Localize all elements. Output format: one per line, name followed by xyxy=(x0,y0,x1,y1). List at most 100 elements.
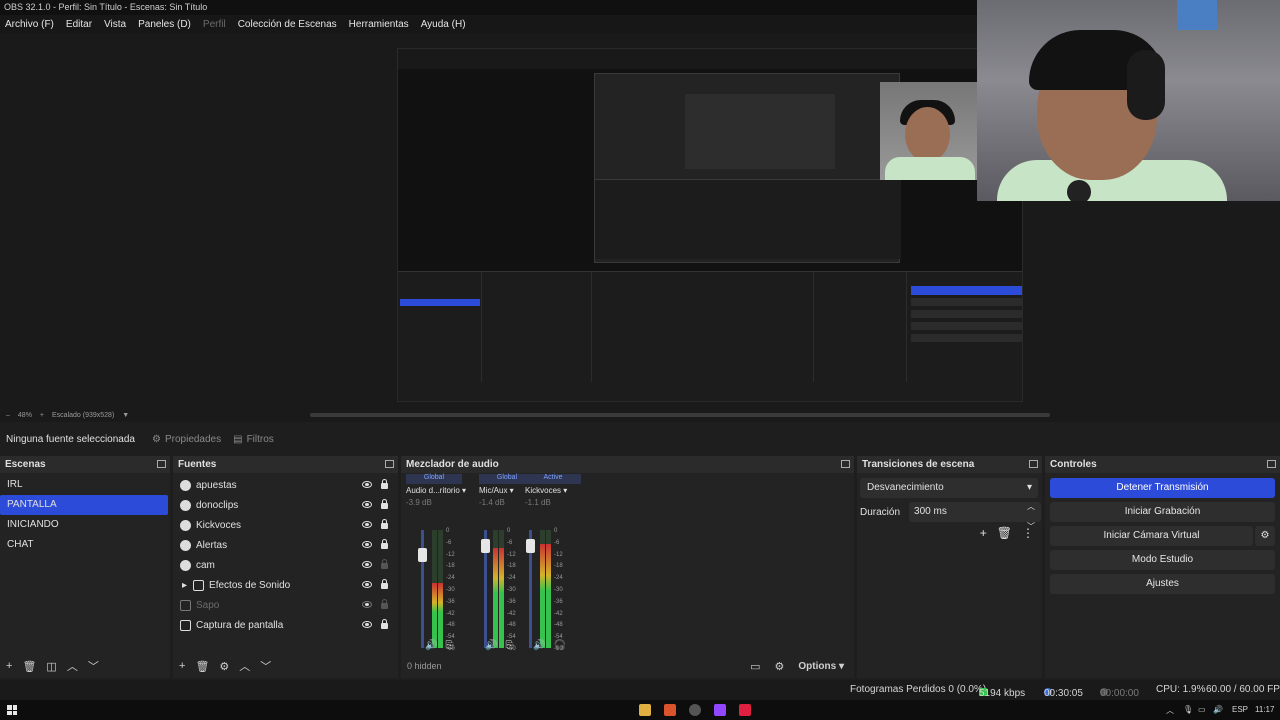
add-source-button[interactable]: + xyxy=(179,660,185,672)
source-group[interactable]: ▸ Efectos de Sonido xyxy=(173,575,398,595)
menu-scene-collection[interactable]: Colección de Escenas xyxy=(238,19,337,30)
speaker-icon[interactable]: 🔊 xyxy=(485,640,497,651)
monitor-icon[interactable]: ⎘ xyxy=(505,640,513,651)
lock-icon[interactable] xyxy=(381,479,388,489)
scene-item-irl[interactable]: IRL xyxy=(0,475,170,495)
source-item[interactable]: apuestas xyxy=(173,475,398,495)
db-scale: 0 -6 -12 -18 -24 -30 -36 -42 -48 -54 -60 xyxy=(446,528,455,652)
menu-view[interactable]: Vista xyxy=(104,19,126,30)
menu-profile: Perfil xyxy=(202,18,226,30)
add-transition-button[interactable]: + xyxy=(980,526,987,540)
eye-icon[interactable] xyxy=(362,541,372,548)
lock-icon[interactable] xyxy=(381,539,388,549)
tiktok-icon[interactable] xyxy=(739,704,751,716)
stop-streaming-button[interactable]: Detener Transmisión xyxy=(1050,478,1275,498)
trash-icon[interactable]: 🗑 xyxy=(195,660,209,673)
eye-icon[interactable] xyxy=(362,561,372,568)
menu-tools[interactable]: Herramientas xyxy=(349,19,409,30)
scene-filters-icon[interactable]: ◫ xyxy=(46,660,56,673)
chevron-down-icon[interactable]: ▼ xyxy=(122,412,129,419)
gear-icon[interactable]: ⚙ xyxy=(1255,526,1275,546)
twitch-icon[interactable] xyxy=(714,704,726,716)
source-item[interactable]: Captura de pantalla xyxy=(173,615,398,635)
lock-icon[interactable] xyxy=(381,499,388,509)
eye-icon[interactable] xyxy=(362,521,372,528)
tray-chevron-icon[interactable]: ︿ xyxy=(1166,705,1174,716)
filters-button[interactable]: ▤ Filtros xyxy=(233,434,274,445)
channel-name[interactable]: Audio d...ritorio ▾ xyxy=(406,484,466,498)
zoom-in-button[interactable]: + xyxy=(40,412,44,419)
clock[interactable]: 11:17 xyxy=(1255,705,1274,714)
move-down-icon[interactable]: ﹀ xyxy=(260,658,271,674)
move-down-icon[interactable]: ﹀ xyxy=(88,658,99,674)
settings-button[interactable]: Ajustes xyxy=(1050,574,1275,594)
expand-arrow-icon[interactable]: ▸ xyxy=(182,580,187,591)
undock-icon[interactable] xyxy=(1267,460,1276,468)
undock-icon[interactable] xyxy=(157,460,166,468)
headphones-icon[interactable]: 🎧 xyxy=(553,640,565,651)
properties-button[interactable]: ⚙ Propiedades xyxy=(152,434,221,445)
menu-docks[interactable]: Paneles (D) xyxy=(138,19,191,30)
mic-tray-icon[interactable]: 🎙 xyxy=(1183,705,1193,714)
preview-scrollbar[interactable] xyxy=(310,413,1050,417)
monitor-icon[interactable]: ⎘ xyxy=(445,640,453,651)
source-item[interactable]: donoclips xyxy=(173,495,398,515)
scene-item-chat[interactable]: CHAT xyxy=(0,535,170,555)
eye-icon[interactable] xyxy=(362,621,372,628)
source-label: Sapo xyxy=(196,599,220,611)
file-explorer-icon[interactable] xyxy=(639,704,651,716)
language-indicator[interactable]: ESP xyxy=(1232,705,1248,714)
obs-icon[interactable] xyxy=(689,704,701,716)
channel-name[interactable]: Kickvoces ▾ xyxy=(525,484,581,498)
lock-icon[interactable] xyxy=(381,559,388,569)
undock-icon[interactable] xyxy=(1029,460,1038,468)
volume-slider[interactable] xyxy=(418,530,427,648)
speaker-icon[interactable]: 🔊 xyxy=(533,640,545,651)
menu-file[interactable]: Archivo (F) xyxy=(5,19,54,30)
lock-icon[interactable] xyxy=(381,579,388,589)
zoom-out-button[interactable]: – xyxy=(6,412,10,419)
eye-icon[interactable] xyxy=(362,581,372,588)
browser-icon[interactable] xyxy=(664,704,676,716)
source-item[interactable]: Kickvoces xyxy=(173,515,398,535)
lock-icon[interactable] xyxy=(381,519,388,529)
menu-help[interactable]: Ayuda (H) xyxy=(421,19,466,30)
eye-hidden-icon[interactable] xyxy=(362,601,372,608)
scale-mode[interactable]: Escalado (939x528) xyxy=(52,412,114,419)
lock-icon[interactable] xyxy=(381,619,388,629)
scene-item-iniciando[interactable]: INICIANDO xyxy=(0,515,170,535)
start-virtual-camera-button[interactable]: Iniciar Cámara Virtual xyxy=(1050,526,1253,546)
source-toolbar: Ninguna fuente seleccionada ⚙ Propiedade… xyxy=(0,428,1280,450)
lock-icon[interactable] xyxy=(381,599,388,609)
start-menu-icon[interactable] xyxy=(7,705,17,715)
gear-icon[interactable]: ⚙ xyxy=(219,660,229,673)
volume-icon[interactable]: 🔊 xyxy=(1213,705,1223,714)
add-scene-button[interactable]: + xyxy=(6,660,12,672)
move-up-icon[interactable]: ︿ xyxy=(239,658,250,674)
layout-icon[interactable]: ▭ xyxy=(750,660,760,673)
scene-item-pantalla[interactable]: PANTALLA xyxy=(0,495,168,515)
studio-mode-button[interactable]: Modo Estudio xyxy=(1050,550,1275,570)
nested-obs-menu xyxy=(398,49,1022,69)
speaker-icon[interactable]: 🔊 xyxy=(425,640,437,651)
volume-slider[interactable] xyxy=(481,530,490,648)
source-item[interactable]: cam xyxy=(173,555,398,575)
network-icon[interactable]: ▭ xyxy=(1198,705,1206,714)
trash-icon[interactable]: 🗑 xyxy=(997,526,1012,540)
source-item[interactable]: Sapo xyxy=(173,595,398,615)
volume-slider[interactable] xyxy=(526,530,535,648)
start-recording-button[interactable]: Iniciar Grabación xyxy=(1050,502,1275,522)
eye-icon[interactable] xyxy=(362,481,372,488)
options-button[interactable]: Options ▾ xyxy=(798,661,844,672)
undock-icon[interactable] xyxy=(385,460,394,468)
spin-arrows-icon[interactable]: ︿ ﹀ xyxy=(1027,497,1035,537)
advanced-audio-icon[interactable]: ⚙ xyxy=(775,660,785,673)
transition-select[interactable]: Desvanecimiento ▾ xyxy=(860,478,1038,498)
source-item[interactable]: Alertas xyxy=(173,535,398,555)
duration-spinbox[interactable]: 300 ms ︿ ﹀ xyxy=(909,502,1042,531)
undock-icon[interactable] xyxy=(841,460,850,468)
trash-icon[interactable]: 🗑 xyxy=(22,660,36,673)
move-up-icon[interactable]: ︿ xyxy=(67,658,78,674)
eye-icon[interactable] xyxy=(362,501,372,508)
menu-edit[interactable]: Editar xyxy=(66,19,92,30)
